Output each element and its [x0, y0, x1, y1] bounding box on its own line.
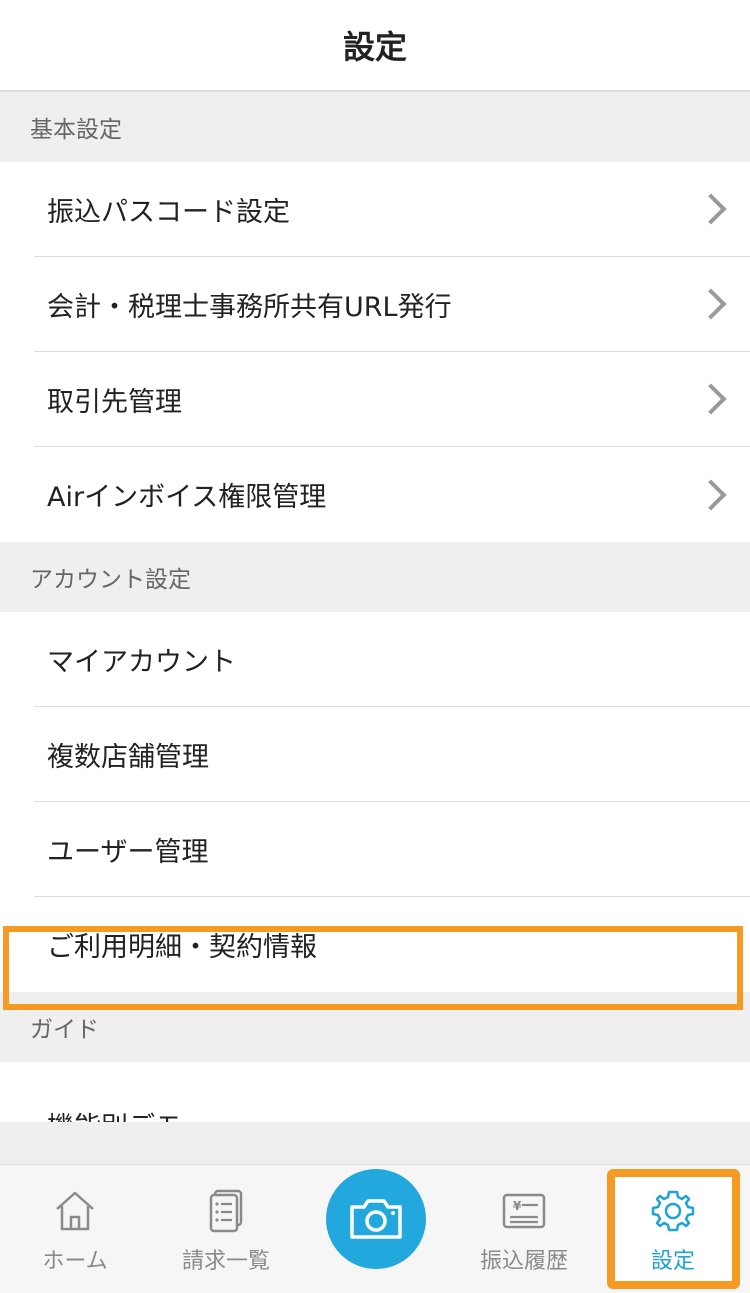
tab-transfer-history-label: 振込履歴	[479, 1249, 568, 1274]
menu-item-label: 複数店舗管理	[47, 741, 209, 773]
settings-list: 基本設定 振込パスコード設定 会計・税理士事務所共有URL発行 取引先管理 Ai…	[0, 92, 750, 1164]
menu-item-usage-contract[interactable]: ご利用明細・契約情報	[34, 897, 750, 992]
section-header-guide: ガイド	[0, 992, 750, 1062]
transfer-history-icon: ¥	[502, 1193, 546, 1229]
guide-list: 機能別デモ	[0, 1062, 750, 1122]
menu-item-label: ユーザー管理	[47, 836, 209, 868]
menu-item-invoice-permissions[interactable]: Airインボイス権限管理	[34, 447, 750, 542]
account-settings-list: マイアカウント 複数店舗管理 ユーザー管理 ご利用明細・契約情報	[0, 612, 750, 992]
menu-item-label: 振込パスコード設定	[47, 196, 290, 228]
menu-item-feature-demo[interactable]: 機能別デモ	[34, 1062, 750, 1122]
basic-settings-list: 振込パスコード設定 会計・税理士事務所共有URL発行 取引先管理 Airインボイ…	[0, 162, 750, 542]
svg-text:¥: ¥	[513, 1199, 522, 1213]
menu-item-label: ご利用明細・契約情報	[47, 932, 317, 963]
home-icon	[56, 1191, 94, 1231]
camera-button[interactable]	[326, 1169, 426, 1269]
tab-transfer-history[interactable]: ¥ 振込履歴	[454, 1165, 594, 1293]
menu-item-user-management[interactable]: ユーザー管理	[34, 802, 750, 897]
menu-item-multi-store[interactable]: 複数店舗管理	[34, 707, 750, 802]
section-header-basic: 基本設定	[0, 92, 750, 162]
app-header: 設定	[0, 0, 750, 92]
menu-item-label: 会計・税理士事務所共有URL発行	[47, 291, 452, 323]
tab-invoices-label: 請求一覧	[181, 1249, 270, 1274]
menu-item-label: マイアカウント	[47, 646, 236, 678]
tab-bar: ホーム 請求一覧 ¥ 振込履歴 設定	[0, 1164, 750, 1293]
menu-item-label: 取引先管理	[47, 386, 182, 418]
section-header-account: アカウント設定	[0, 542, 750, 612]
menu-item-business-partners[interactable]: 取引先管理	[34, 352, 750, 447]
menu-item-accounting-url[interactable]: 会計・税理士事務所共有URL発行	[34, 257, 750, 352]
tab-invoices[interactable]: 請求一覧	[156, 1165, 296, 1293]
menu-item-my-account[interactable]: マイアカウント	[34, 612, 750, 707]
gear-icon	[651, 1190, 695, 1232]
tab-settings-label: 設定	[650, 1249, 695, 1274]
menu-item-label: Airインボイス権限管理	[47, 482, 327, 513]
tab-settings[interactable]: 設定	[603, 1165, 743, 1293]
tab-home[interactable]: ホーム	[5, 1165, 145, 1293]
menu-item-label: 機能別デモ	[47, 1105, 750, 1122]
tab-home-label: ホーム	[42, 1249, 108, 1274]
camera-icon	[350, 1199, 402, 1239]
menu-item-transfer-passcode[interactable]: 振込パスコード設定	[34, 162, 750, 257]
document-list-icon	[209, 1189, 243, 1233]
page-title: 設定	[342, 28, 407, 66]
